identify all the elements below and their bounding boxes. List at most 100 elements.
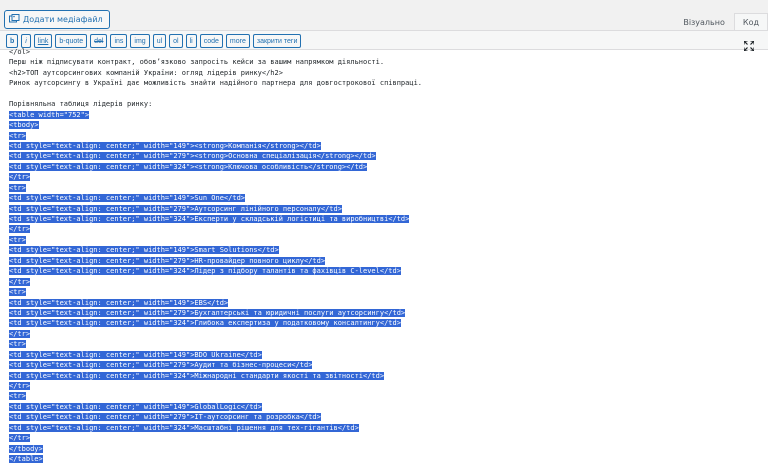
code-line: <td style="text-align: center;" width="1…: [9, 298, 768, 308]
selected-code-text: </table>: [9, 455, 43, 464]
qt-link-button[interactable]: link: [33, 34, 53, 48]
code-line: <td style="text-align: center;" width="1…: [9, 193, 768, 203]
add-media-button[interactable]: Додати медіафайл: [4, 10, 110, 29]
code-line: </tr>: [9, 172, 768, 182]
code-line: <td style="text-align: center;" width="2…: [9, 412, 768, 422]
code-line: <td style="text-align: center;" width="2…: [9, 256, 768, 266]
code-line: <tr>: [9, 131, 768, 141]
code-line: <td style="text-align: center;" width="3…: [9, 423, 768, 433]
selected-code-text: <tr>: [9, 183, 26, 192]
selected-code-text: <td style="text-align: center;" width="1…: [9, 246, 279, 255]
selected-code-text: <table width="752">: [9, 110, 90, 119]
selected-code-text: <td style="text-align: center;" width="3…: [9, 371, 385, 380]
code-line: <td style="text-align: center;" width="3…: [9, 318, 768, 328]
selected-code-text: <tr>: [9, 131, 26, 140]
selected-code-text: <td style="text-align: center;" width="1…: [9, 350, 262, 359]
code-line: </table>: [9, 454, 768, 464]
selected-code-text: </tr>: [9, 434, 31, 443]
selected-code-text: <td style="text-align: center;" width="1…: [9, 402, 262, 411]
qt-del-button[interactable]: del: [90, 34, 108, 48]
qt-blockquote-button[interactable]: b-quote: [55, 34, 88, 48]
selected-code-text: <td style="text-align: center;" width="3…: [9, 319, 401, 328]
code-line: </tr>: [9, 329, 768, 339]
selected-code-text: <td style="text-align: center;" width="3…: [9, 267, 401, 276]
code-line: <td style="text-align: center;" width="3…: [9, 266, 768, 276]
selected-code-text: <td style="text-align: center;" width="2…: [9, 152, 376, 161]
selected-code-text: <tr>: [9, 392, 26, 401]
code-text: Перш ніж підписувати контракт, обов’язко…: [9, 58, 385, 67]
code-line: <td style="text-align: center;" width="3…: [9, 214, 768, 224]
selected-code-text: <td style="text-align: center;" width="1…: [9, 194, 246, 203]
selected-code-text: <td style="text-align: center;" width="1…: [9, 141, 321, 150]
editor-tabs: Візуально Код: [674, 13, 768, 31]
code-text: </ol>: [9, 48, 31, 56]
code-line: <tr>: [9, 235, 768, 245]
selected-code-text: <td style="text-align: center;" width="3…: [9, 423, 359, 432]
qt-more-button[interactable]: more: [225, 34, 250, 48]
code-line: </tr>: [9, 381, 768, 391]
code-line: <tr>: [9, 183, 768, 193]
code-editor[interactable]: b i link b-quote del ins img ul ol li co…: [0, 30, 768, 467]
code-line: </tr>: [9, 224, 768, 234]
code-text: <h2>ТОП аутсорсингових компаній України:…: [9, 68, 283, 77]
qt-img-button[interactable]: img: [130, 34, 150, 48]
selected-code-text: <tr>: [9, 288, 26, 297]
selected-code-text: <td style="text-align: center;" width="2…: [9, 413, 321, 422]
selected-code-text: <td style="text-align: center;" width="3…: [9, 162, 368, 171]
code-line: <td style="text-align: center;" width="2…: [9, 204, 768, 214]
qt-ul-button[interactable]: ul: [152, 34, 167, 48]
selected-code-text: </tr>: [9, 277, 31, 286]
selected-code-text: </tbody>: [9, 444, 43, 453]
selected-code-text: <td style="text-align: center;" width="2…: [9, 308, 406, 317]
qt-italic-button[interactable]: i: [21, 34, 31, 48]
tab-code[interactable]: Код: [733, 13, 768, 31]
selected-code-text: </tr>: [9, 329, 31, 338]
code-line: <tbody>: [9, 120, 768, 130]
code-text: Порівняльна таблиця лідерів ринку:: [9, 100, 153, 109]
add-media-label: Додати медіафайл: [23, 15, 103, 24]
code-line: <tr>: [9, 391, 768, 401]
code-line: <table width="752">: [9, 110, 768, 120]
code-line: <td style="text-align: center;" width="2…: [9, 308, 768, 318]
code-line: <td style="text-align: center;" width="3…: [9, 162, 768, 172]
code-text: Ринок аутсорсингу в Україні дає можливіс…: [9, 79, 423, 88]
code-line: <td style="text-align: center;" width="1…: [9, 402, 768, 412]
quicktags-row: b i link b-quote del ins img ul ol li co…: [6, 34, 302, 48]
code-line: Порівняльна таблиця лідерів ринку:: [9, 99, 768, 109]
code-line: <h2>ТОП аутсорсингових компаній України:…: [9, 68, 768, 78]
code-line: </tr>: [9, 277, 768, 287]
qt-code-button[interactable]: code: [199, 34, 223, 48]
code-line: <tr>: [9, 287, 768, 297]
code-line: <td style="text-align: center;" width="3…: [9, 371, 768, 381]
code-line: <td style="text-align: center;" width="2…: [9, 151, 768, 161]
code-line: <td style="text-align: center;" width="1…: [9, 350, 768, 360]
qt-li-button[interactable]: li: [185, 34, 197, 48]
selected-code-text: <td style="text-align: center;" width="3…: [9, 215, 410, 223]
selected-code-text: </tr>: [9, 225, 31, 234]
media-icon: [9, 14, 20, 25]
qt-bold-button[interactable]: b: [6, 34, 19, 48]
qt-close-tags-button[interactable]: закрити теги: [252, 34, 302, 48]
code-line: </ol>: [9, 47, 768, 57]
selected-code-text: <tbody>: [9, 121, 39, 130]
code-line: </tbody>: [9, 444, 768, 454]
code-line: <td style="text-align: center;" width="1…: [9, 141, 768, 151]
tab-visual[interactable]: Візуально: [674, 13, 734, 31]
selected-code-text: <td style="text-align: center;" width="2…: [9, 204, 342, 213]
qt-ins-button[interactable]: ins: [110, 34, 128, 48]
selected-code-text: </tr>: [9, 382, 31, 390]
code-line: </tr>: [9, 433, 768, 443]
code-line: <td style="text-align: center;" width="2…: [9, 360, 768, 370]
selected-code-text: <td style="text-align: center;" width="2…: [9, 256, 326, 265]
selected-code-text: <td style="text-align: center;" width="2…: [9, 361, 313, 370]
code-textarea[interactable]: </ol> Перш ніж підписувати контракт, обов…: [9, 47, 768, 465]
selected-code-text: <tr>: [9, 235, 26, 244]
code-line: Перш ніж підписувати контракт, обов’язко…: [9, 57, 768, 67]
fullscreen-icon[interactable]: [743, 36, 755, 52]
code-line: <tr>: [9, 339, 768, 349]
qt-ol-button[interactable]: ol: [169, 34, 183, 48]
selected-code-text: <td style="text-align: center;" width="1…: [9, 298, 229, 307]
code-line: Ринок аутсорсингу в Україні дає можливіс…: [9, 78, 768, 88]
selected-code-text: <tr>: [9, 340, 26, 349]
